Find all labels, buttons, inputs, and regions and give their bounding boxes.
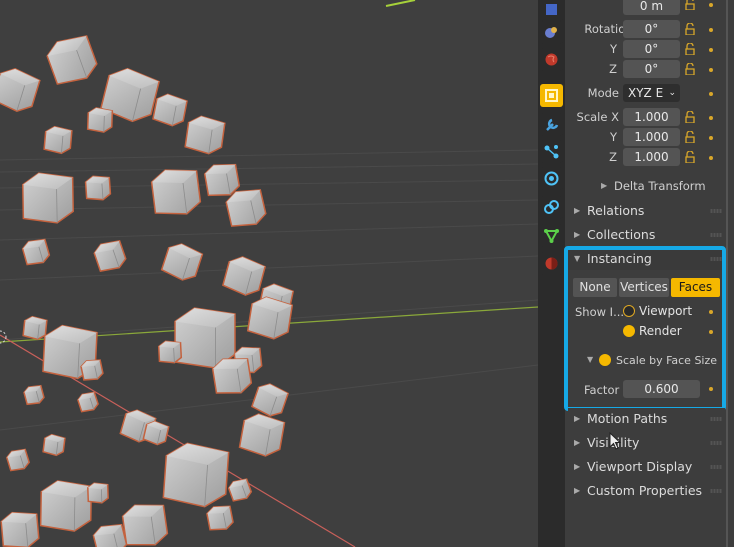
cube-instance[interactable]: [152, 92, 188, 127]
cube-instance[interactable]: [22, 172, 74, 224]
object-data-icon: [544, 229, 559, 244]
cube-instance[interactable]: [87, 482, 109, 504]
cube-instance[interactable]: [0, 510, 40, 547]
cube-instance[interactable]: [43, 125, 73, 155]
cube-instance[interactable]: [150, 166, 202, 217]
scale-x-label: Scale X: [576, 110, 619, 124]
highlight-box: [564, 246, 726, 411]
cube-instance[interactable]: [77, 391, 100, 414]
lock-icon[interactable]: [684, 151, 696, 163]
drag-handle-icon[interactable]: [710, 209, 722, 213]
tab-scene[interactable]: [540, 21, 563, 44]
panel-relations[interactable]: ▶ Relations: [568, 200, 725, 222]
lock-icon[interactable]: [684, 111, 696, 123]
chevron-down-icon: ⌄: [668, 88, 676, 98]
tab-object[interactable]: [540, 84, 563, 107]
rotation-x-field[interactable]: 0°: [623, 20, 680, 38]
cube-instance[interactable]: [92, 238, 128, 274]
lock-icon[interactable]: [684, 23, 696, 35]
material-icon: [545, 257, 558, 270]
location-z-field[interactable]: 0 m: [623, 0, 680, 15]
scene-icon: [545, 27, 557, 38]
lock-icon[interactable]: [684, 63, 696, 75]
mouse-cursor-icon: [609, 432, 622, 450]
cube-instance[interactable]: [22, 315, 48, 341]
properties-tabs: [538, 0, 565, 547]
tab-world[interactable]: [540, 48, 563, 71]
keyframe-dot[interactable]: [709, 48, 713, 52]
scale-y-label: Y: [609, 130, 617, 144]
collapsed-arrow-icon: ▶: [574, 230, 581, 239]
rotation-z-label: Z: [609, 62, 617, 76]
tab-particles[interactable]: [540, 140, 563, 163]
cube-instance[interactable]: [44, 32, 100, 88]
scale-y-field[interactable]: 1.000: [623, 128, 680, 146]
rotation-y-field[interactable]: 0°: [623, 40, 680, 58]
particles-icon: [544, 145, 559, 159]
tab-material[interactable]: [540, 252, 563, 275]
scrollbar[interactable]: [726, 0, 728, 547]
panel-collections[interactable]: ▶ Collections: [568, 224, 725, 246]
collapsed-arrow-icon: ▶: [574, 206, 581, 215]
cube-instance[interactable]: [42, 433, 66, 457]
panel-title: Relations: [587, 203, 645, 218]
view-layer-icon: [546, 4, 557, 15]
keyframe-dot[interactable]: [709, 92, 713, 96]
scale-x-field[interactable]: 1.000: [623, 108, 680, 126]
cube-instance[interactable]: [5, 448, 31, 473]
scale-z-field[interactable]: 1.000: [623, 148, 680, 166]
lock-icon[interactable]: [684, 0, 696, 10]
cube-instance[interactable]: [92, 522, 128, 547]
instanced-cubes[interactable]: [0, 32, 295, 547]
scale-z-label: Z: [609, 150, 617, 164]
mode-label: Mode: [587, 86, 619, 100]
tab-constraints[interactable]: [540, 196, 563, 219]
3d-viewport[interactable]: [0, 0, 538, 547]
keyframe-dot[interactable]: [709, 136, 713, 140]
gizmo-axis: [385, 0, 416, 7]
drag-handle-icon[interactable]: [710, 233, 722, 237]
cube-instance[interactable]: [0, 65, 41, 115]
cube-instance[interactable]: [84, 175, 112, 201]
cube-instance[interactable]: [86, 107, 114, 133]
keyframe-dot[interactable]: [709, 3, 713, 7]
cube-instance[interactable]: [184, 115, 226, 156]
modifier-icon: [546, 118, 559, 131]
cube-instance[interactable]: [157, 340, 183, 364]
panel-title: Delta Transform: [614, 179, 706, 193]
keyframe-dot[interactable]: [709, 116, 713, 120]
world-icon: [545, 53, 558, 66]
cube-instance[interactable]: [206, 504, 234, 532]
cube-instance[interactable]: [227, 477, 253, 503]
rotation-mode-value: XYZ E: [628, 86, 664, 100]
viewport-scene: [0, 0, 538, 547]
keyframe-dot[interactable]: [709, 68, 713, 72]
keyframe-dot[interactable]: [709, 28, 713, 32]
rotation-y-label: Y: [609, 42, 617, 56]
rotation-mode-dropdown[interactable]: XYZ E ⌄: [623, 84, 680, 102]
lock-icon[interactable]: [684, 43, 696, 55]
cube-instance[interactable]: [221, 254, 267, 298]
cube-instance[interactable]: [162, 442, 230, 508]
tab-physics[interactable]: [540, 167, 563, 190]
panel-title: Collections: [587, 227, 656, 242]
cube-instance[interactable]: [23, 384, 45, 406]
constraints-icon: [544, 200, 559, 214]
cube-instance[interactable]: [250, 381, 290, 419]
tab-view-layer[interactable]: [540, 0, 563, 21]
tab-modifiers[interactable]: [540, 113, 563, 136]
cube-instance[interactable]: [21, 237, 51, 267]
panel-delta-transform[interactable]: ▶ Delta Transform: [568, 175, 725, 197]
lock-icon[interactable]: [684, 131, 696, 143]
object-icon: [545, 89, 558, 102]
cube-instance[interactable]: [121, 501, 169, 547]
cube-instance[interactable]: [238, 412, 286, 458]
physics-icon: [544, 171, 559, 186]
cube-instance[interactable]: [39, 480, 93, 532]
tab-object-data[interactable]: [540, 224, 563, 247]
rotation-z-field[interactable]: 0°: [623, 60, 680, 78]
keyframe-dot[interactable]: [709, 156, 713, 160]
cube-instance[interactable]: [160, 241, 204, 284]
